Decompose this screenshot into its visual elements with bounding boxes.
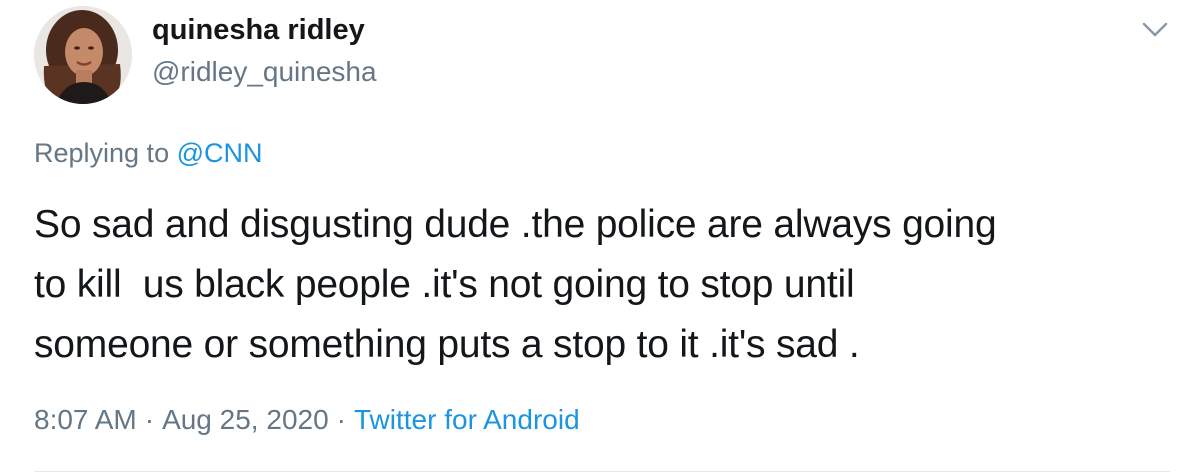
profile-photo-icon: [34, 6, 132, 104]
mention-link[interactable]: @CNN: [177, 138, 263, 168]
tweet-meta: 8:07 AM · Aug 25, 2020 · Twitter for Android: [34, 404, 580, 436]
tweet-card: quinesha ridley @ridley_quinesha Replyin…: [0, 0, 1204, 474]
tweet-time[interactable]: 8:07 AM: [34, 404, 137, 435]
tweet-source-link[interactable]: Twitter for Android: [354, 404, 580, 435]
tweet-text: So sad and disgusting dude .the police a…: [34, 203, 997, 366]
user-handle[interactable]: @ridley_quinesha: [152, 56, 377, 88]
replying-to-label: Replying to: [34, 138, 177, 168]
avatar[interactable]: [34, 6, 132, 104]
divider: [34, 471, 1170, 472]
meta-separator: ·: [336, 404, 346, 435]
tweet-date[interactable]: Aug 25, 2020: [162, 404, 329, 435]
chevron-down-icon[interactable]: [1138, 16, 1172, 44]
display-name[interactable]: quinesha ridley: [152, 14, 365, 47]
meta-separator: ·: [144, 404, 155, 435]
replying-to: Replying to @CNN: [34, 138, 263, 169]
